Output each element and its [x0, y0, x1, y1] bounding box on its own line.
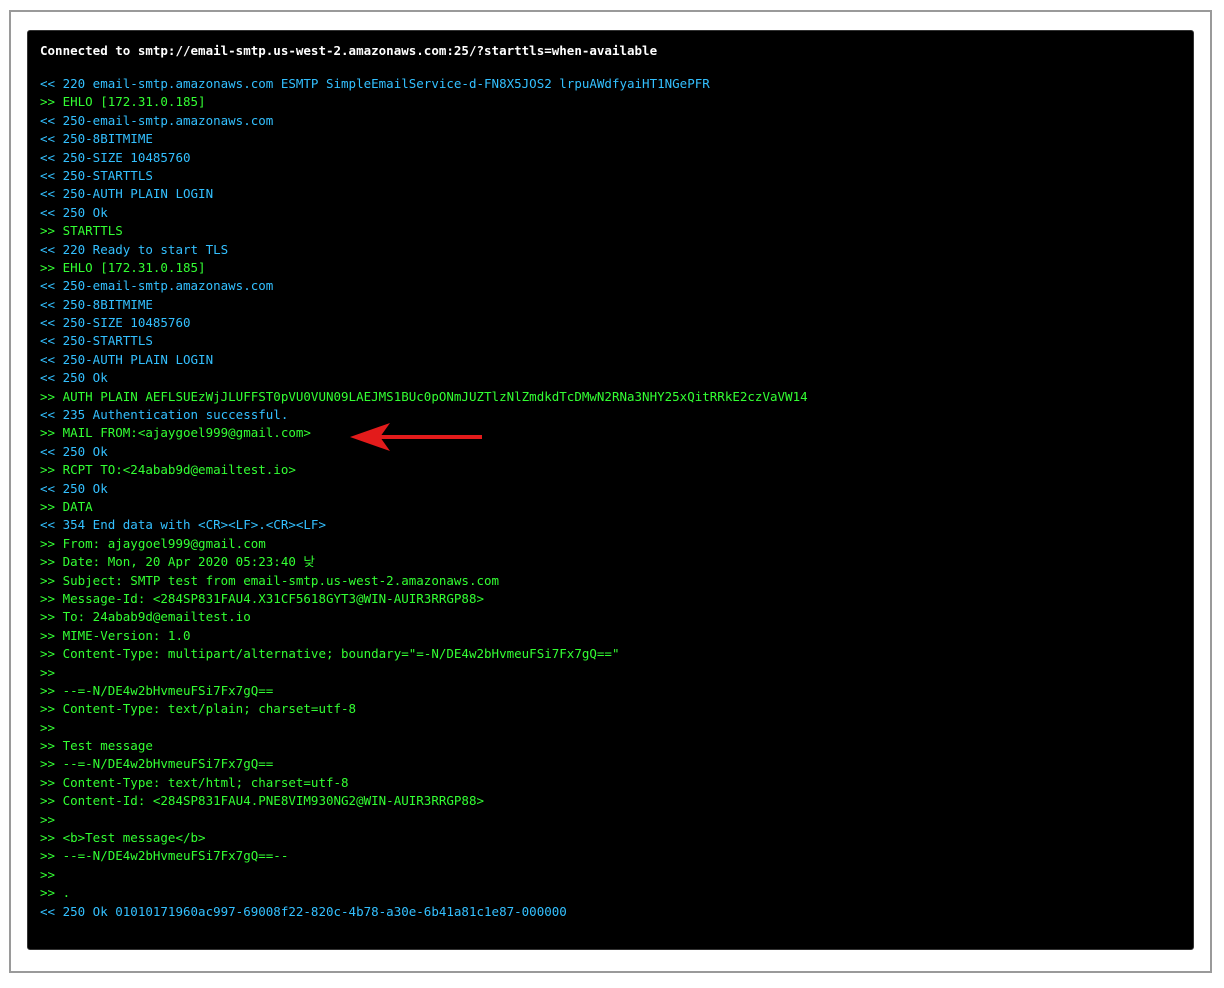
client-command-line: >> --=-N/DE4w2bHvmeuFSi7Fx7gQ==	[40, 682, 274, 698]
server-response-line: << 354 End data with <CR><LF>.<CR><LF>	[40, 517, 326, 533]
server-response-line: << 250-STARTTLS	[40, 167, 153, 183]
client-command-line: >> Content-Type: text/plain; charset=utf…	[40, 701, 357, 717]
server-response-line: << 250-AUTH PLAIN LOGIN	[40, 186, 214, 202]
left-arrow-icon	[350, 423, 482, 451]
server-response-line: << 250-8BITMIME	[40, 296, 153, 312]
client-command-line: >>	[40, 866, 56, 882]
client-command-line: >> EHLO [172.31.0.185]	[40, 259, 206, 275]
terminal-window[interactable]: Connected to smtp://email-smtp.us-west-2…	[27, 30, 1194, 950]
client-command-line: >> Message-Id: <284SP831FAU4.X31CF5618GY…	[40, 590, 485, 606]
client-command-line: >> From: ajaygoel999@gmail.com	[40, 535, 266, 551]
server-response-line: << 250 Ok	[40, 370, 108, 386]
client-command-line: >> <b>Test message</b>	[40, 830, 206, 846]
client-command-line: >> Content-Type: text/html; charset=utf-…	[40, 774, 349, 790]
client-command-line: >> Date: Mon, 20 Apr 2020 05:23:40 낮	[40, 554, 315, 570]
server-response-line: << 250-STARTTLS	[40, 333, 153, 349]
connection-header: Connected to smtp://email-smtp.us-west-2…	[40, 43, 658, 58]
server-response-line: << 250 Ok	[40, 480, 108, 496]
client-command-line: >>	[40, 811, 56, 827]
server-response-line: << 250-email-smtp.amazonaws.com	[40, 278, 274, 294]
client-command-line: >> --=-N/DE4w2bHvmeuFSi7Fx7gQ==	[40, 756, 274, 772]
client-command-line: >> Content-Id: <284SP831FAU4.PNE8VIM930N…	[40, 793, 485, 809]
server-response-line: << 220 email-smtp.amazonaws.com ESMTP Si…	[40, 76, 710, 91]
client-command-line: >>	[40, 719, 56, 735]
client-command-line: >> To: 24abab9d@emailtest.io	[40, 609, 251, 625]
client-command-line: >> MIME-Version: 1.0	[40, 627, 191, 643]
smtp-transcript: << 220 email-smtp.amazonaws.com ESMTP Si…	[40, 75, 808, 921]
client-command-line: >> STARTTLS	[40, 223, 123, 239]
client-command-line: >> AUTH PLAIN AEFLSUEzWjJLUFFST0pVU0VUN0…	[40, 388, 808, 404]
server-response-line: << 250-SIZE 10485760	[40, 149, 191, 165]
client-command-line: >> RCPT TO:<24abab9d@emailtest.io>	[40, 462, 296, 478]
client-command-line: >> Content-Type: multipart/alternative; …	[40, 646, 620, 662]
client-command-line: >> Test message	[40, 738, 153, 754]
server-response-line: << 250 Ok 01010171960ac997-69008f22-820c…	[40, 903, 567, 919]
client-command-line: >> .	[40, 885, 71, 901]
server-response-line: << 250-SIZE 10485760	[40, 315, 191, 331]
server-response-line: << 250-8BITMIME	[40, 131, 153, 147]
server-response-line: << 220 Ready to start TLS	[40, 241, 229, 257]
client-command-line: >> --=-N/DE4w2bHvmeuFSi7Fx7gQ==--	[40, 848, 289, 864]
server-response-line: << 250-email-smtp.amazonaws.com	[40, 112, 274, 128]
client-command-line: >> Subject: SMTP test from email-smtp.us…	[40, 572, 500, 588]
client-command-line: >>	[40, 664, 56, 680]
client-command-line: >> DATA	[40, 498, 93, 514]
client-command-line: >> EHLO [172.31.0.185]	[40, 94, 206, 110]
server-response-line: << 250-AUTH PLAIN LOGIN	[40, 351, 214, 367]
server-response-line: << 250 Ok	[40, 204, 108, 220]
